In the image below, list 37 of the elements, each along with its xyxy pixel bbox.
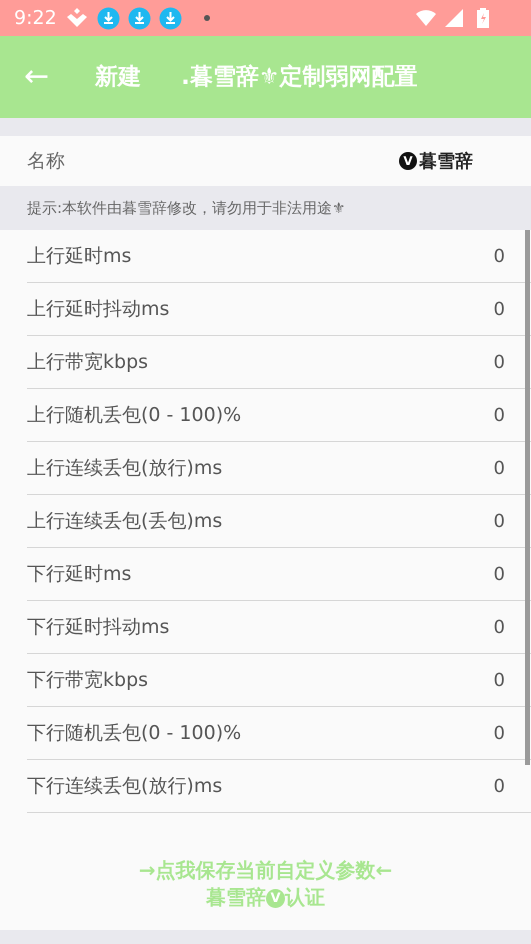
name-label: 名称 [27,148,65,174]
setting-label: 下行带宽kbps [27,668,148,693]
dot-icon [204,15,210,21]
battery-icon [477,8,489,28]
wifi-icon [415,9,437,27]
setting-label: 下行随机丢包(0 - 100)% [27,720,242,746]
setting-value: 0 [494,404,505,428]
setting-value: 0 [494,298,505,322]
setting-label: 下行延时ms [27,562,132,587]
setting-label: 下行连续丢包(放行)ms [27,774,222,799]
hint-text: 提示:本软件由暮雪辞修改，请勿用于非法用途⚜ [27,198,346,219]
setting-value: 0 [494,244,505,268]
setting-value: 0 [494,774,505,798]
download-icon [96,6,120,30]
setting-value: 0 [494,510,505,534]
setting-label: 上行连续丢包(放行)ms [27,456,222,481]
download-icon [158,6,182,30]
verified-badge: V [399,152,417,170]
setting-label: 上行随机丢包(0 - 100)% [27,402,242,428]
setting-value: 0 [494,616,505,640]
setting-row[interactable]: 下行连续丢包(放行)ms 0 [27,760,531,813]
setting-label: 上行带宽kbps [27,350,148,375]
setting-value: 0 [494,350,505,374]
name-value: 暮雪辞 [419,150,473,174]
setting-label: 上行连续丢包(丢包)ms [27,508,222,534]
setting-value: 0 [494,722,505,746]
setting-label: 上行延时抖动ms [27,296,170,322]
signal-icon [445,9,463,27]
setting-value: 0 [494,562,505,586]
setting-label: 下行延时抖动ms [27,614,170,640]
download-icon [128,6,151,30]
setting-value: 0 [494,668,505,692]
diamond-icon [64,6,89,30]
toolbar-title: .暮雪辞⚜定制弱网配置 [181,62,418,92]
setting-value: 0 [494,456,505,480]
setting-label: 上行延时ms [27,244,132,269]
status-time: 9:22 [14,6,57,31]
